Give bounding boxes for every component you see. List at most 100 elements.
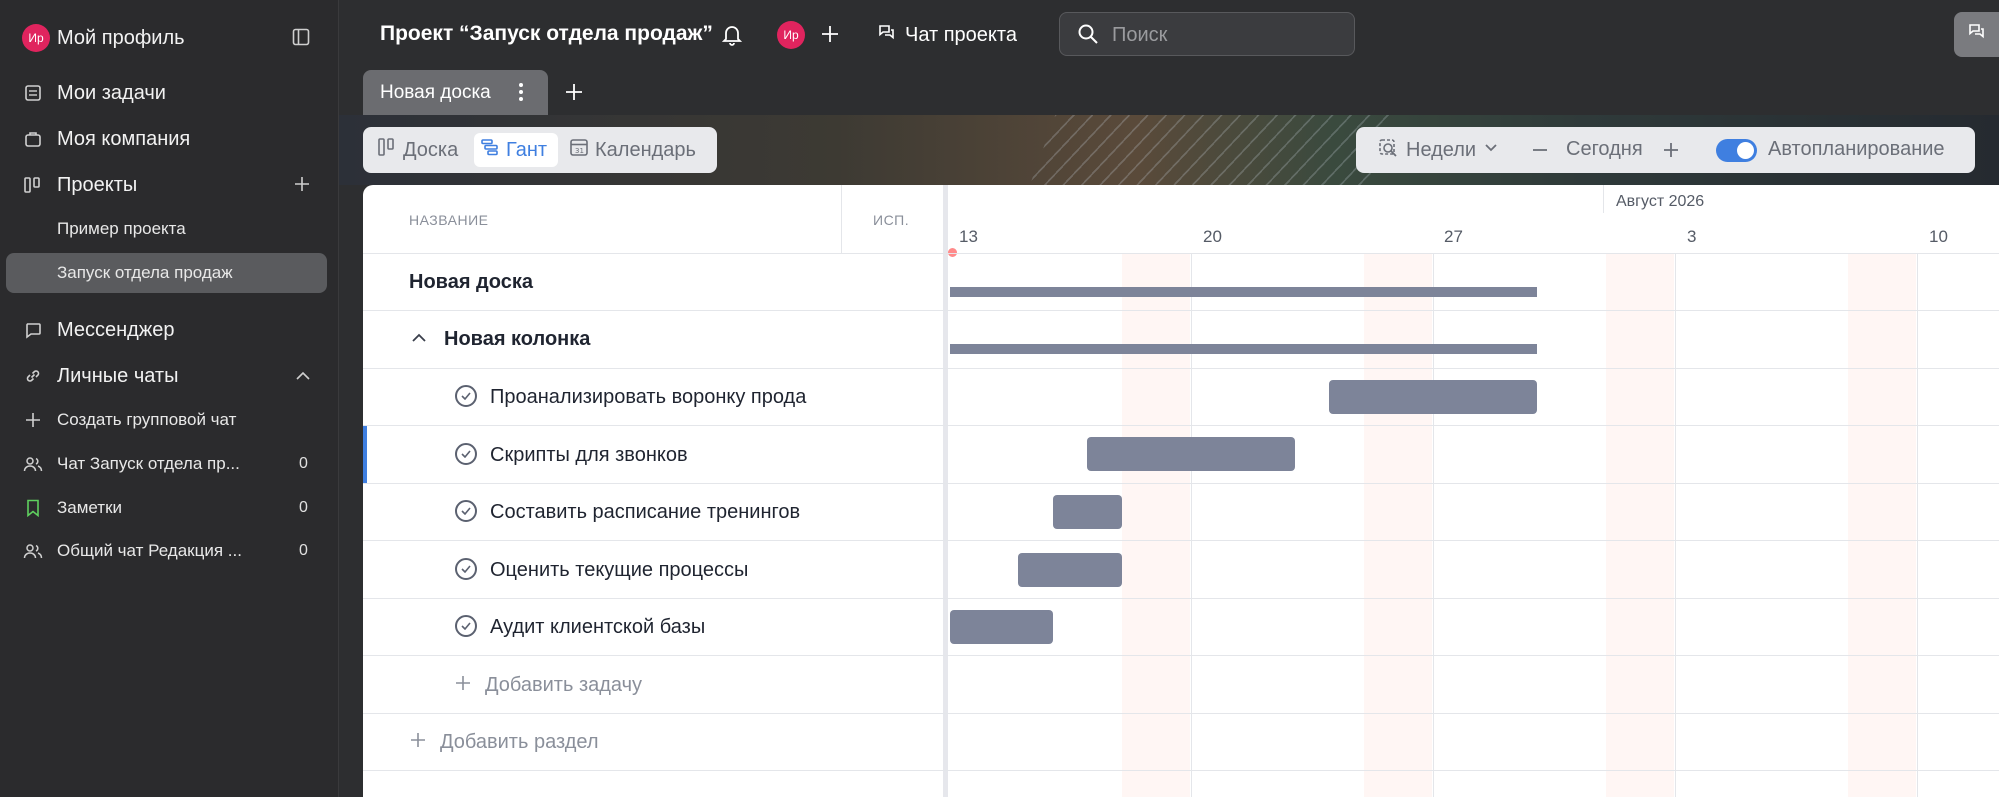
check-circle-icon[interactable] — [455, 558, 477, 580]
board-icon — [377, 137, 397, 163]
minus-icon[interactable] — [1532, 142, 1548, 163]
check-circle-icon[interactable] — [455, 443, 477, 465]
column-row-title[interactable]: Новая колонка — [444, 328, 590, 351]
gantt-controls: Недели Сегодня Автопланирование — [1356, 127, 1975, 173]
task-title[interactable]: Составить расписание тренингов — [490, 501, 800, 524]
task-title[interactable]: Аудит клиентской базы — [490, 616, 705, 639]
view-gantt-button[interactable]: Гант — [474, 133, 558, 167]
day-label: 3 — [1687, 227, 1697, 246]
check-circle-icon[interactable] — [455, 615, 477, 637]
plus-icon — [22, 409, 44, 431]
task-title[interactable]: Проанализировать воронку прода — [490, 386, 806, 409]
autoplan-label: Автопланирование — [1768, 138, 1945, 160]
sidebar-item-my-tasks[interactable]: Мои задачи — [0, 78, 339, 108]
task-bar[interactable] — [1087, 437, 1295, 471]
chat-label: Заметки — [57, 498, 123, 517]
chat-item[interactable]: Общий чат Редакция ... 0 — [0, 539, 339, 563]
check-circle-icon[interactable] — [455, 385, 477, 407]
scale-dropdown[interactable]: Недели — [1378, 138, 1498, 162]
add-task-button[interactable]: Добавить задачу — [455, 672, 642, 698]
grid-line — [1191, 253, 1192, 797]
column-divider — [841, 185, 842, 253]
board-row-title[interactable]: Новая доска — [409, 271, 533, 294]
board-summary-bar[interactable] — [950, 287, 1537, 297]
row-divider — [363, 540, 1999, 541]
column-header-name[interactable]: НАЗВАНИЕ — [409, 212, 488, 228]
row-divider — [363, 425, 1999, 426]
calendar-icon: 31 — [569, 137, 589, 163]
chat-count: 0 — [299, 455, 308, 472]
add-task-label: Добавить задачу — [485, 673, 643, 696]
row-divider — [363, 368, 1999, 369]
search-box[interactable] — [1059, 12, 1355, 56]
chat-icon — [877, 23, 897, 48]
day-label: 13 — [959, 227, 978, 246]
bookmark-icon — [22, 497, 44, 519]
column-summary-bar[interactable] — [950, 344, 1537, 354]
project-chat-label: Чат проекта — [905, 23, 1017, 46]
link-icon — [22, 365, 44, 387]
search-input[interactable] — [1112, 23, 1342, 47]
grid-line — [1917, 253, 1918, 797]
task-bar[interactable] — [950, 610, 1053, 644]
view-board-button[interactable]: Доска — [371, 133, 469, 167]
timeline-divider[interactable] — [943, 185, 948, 797]
view-calendar-button[interactable]: 31 Календарь — [563, 133, 711, 167]
sidebar-item-label: Мессенджер — [57, 318, 175, 341]
row-divider — [363, 310, 1999, 311]
company-icon — [22, 128, 44, 150]
plus-icon[interactable] — [1663, 142, 1679, 163]
bell-icon[interactable] — [721, 24, 743, 51]
sidebar-item-projects[interactable]: Проекты — [0, 170, 339, 200]
create-group-label: Создать групповой чат — [57, 410, 237, 429]
task-bar[interactable] — [1053, 495, 1122, 529]
day-label: 27 — [1444, 227, 1463, 246]
task-title[interactable]: Оценить текущие процессы — [490, 559, 748, 582]
message-icon — [22, 319, 44, 341]
chat-item[interactable]: Чат Запуск отдела пр... 0 — [0, 452, 339, 476]
sidebar-project-sales-launch[interactable]: Запуск отдела продаж — [0, 261, 339, 285]
add-tab-icon[interactable] — [565, 83, 583, 106]
add-section-button[interactable]: Добавить раздел — [410, 729, 599, 755]
page-title: Проект “Запуск отдела продаж” — [380, 22, 713, 45]
view-switcher: Доска Гант 31 Календарь — [363, 127, 717, 173]
autoplan-toggle[interactable] — [1716, 139, 1757, 162]
chat-item[interactable]: Заметки 0 — [0, 496, 339, 520]
sidebar-item-label: Личные чаты — [57, 364, 179, 387]
sidebar: Ир Мой профиль Мои задачи Моя компания П… — [0, 0, 339, 797]
scale-label: Недели — [1406, 138, 1477, 161]
row-divider — [363, 483, 1999, 484]
task-bar[interactable] — [1329, 380, 1537, 414]
row-divider — [363, 253, 1999, 254]
weekend-stripe — [1606, 253, 1674, 797]
sidebar-item-messenger[interactable]: Мессенджер — [0, 315, 339, 345]
sidebar-item-personal-chats[interactable]: Личные чаты — [0, 361, 339, 391]
add-project-icon[interactable] — [294, 176, 310, 197]
project-chat-button[interactable]: Чат проекта — [877, 22, 1017, 48]
sidebar-project-example[interactable]: Пример проекта — [0, 217, 339, 241]
chevron-up-icon[interactable] — [411, 331, 427, 350]
add-member-icon[interactable] — [821, 25, 839, 48]
top-bar: Проект “Запуск отдела продаж” Ир Чат про… — [339, 0, 1999, 70]
tasks-icon — [22, 82, 44, 104]
chevron-up-icon[interactable] — [295, 368, 311, 389]
chat-panel-icon — [1967, 22, 1987, 47]
collapse-sidebar-icon[interactable] — [292, 28, 310, 51]
profile-row[interactable]: Ир Мой профиль — [0, 22, 339, 54]
view-calendar-label: Календарь — [595, 138, 696, 161]
today-button[interactable]: Сегодня — [1566, 138, 1643, 161]
task-bar[interactable] — [1018, 553, 1122, 587]
grid-line — [1433, 253, 1434, 797]
check-circle-icon[interactable] — [455, 500, 477, 522]
more-vertical-icon[interactable] — [518, 82, 524, 107]
task-title[interactable]: Скрипты для звонков — [490, 444, 688, 467]
gantt-panel: НАЗВАНИЕ ИСП. Август 2026 13 20 27 3 10 … — [363, 185, 1999, 797]
sidebar-item-my-company[interactable]: Моя компания — [0, 124, 339, 154]
column-header-assignee[interactable]: ИСП. — [873, 212, 909, 228]
create-group-chat-button[interactable]: Создать групповой чат — [0, 408, 339, 432]
plus-icon — [410, 732, 426, 753]
chat-panel-button[interactable] — [1954, 12, 1999, 57]
member-avatar[interactable]: Ир — [777, 21, 805, 49]
row-divider — [363, 770, 1999, 771]
tab-board[interactable]: Новая доска — [363, 70, 548, 115]
